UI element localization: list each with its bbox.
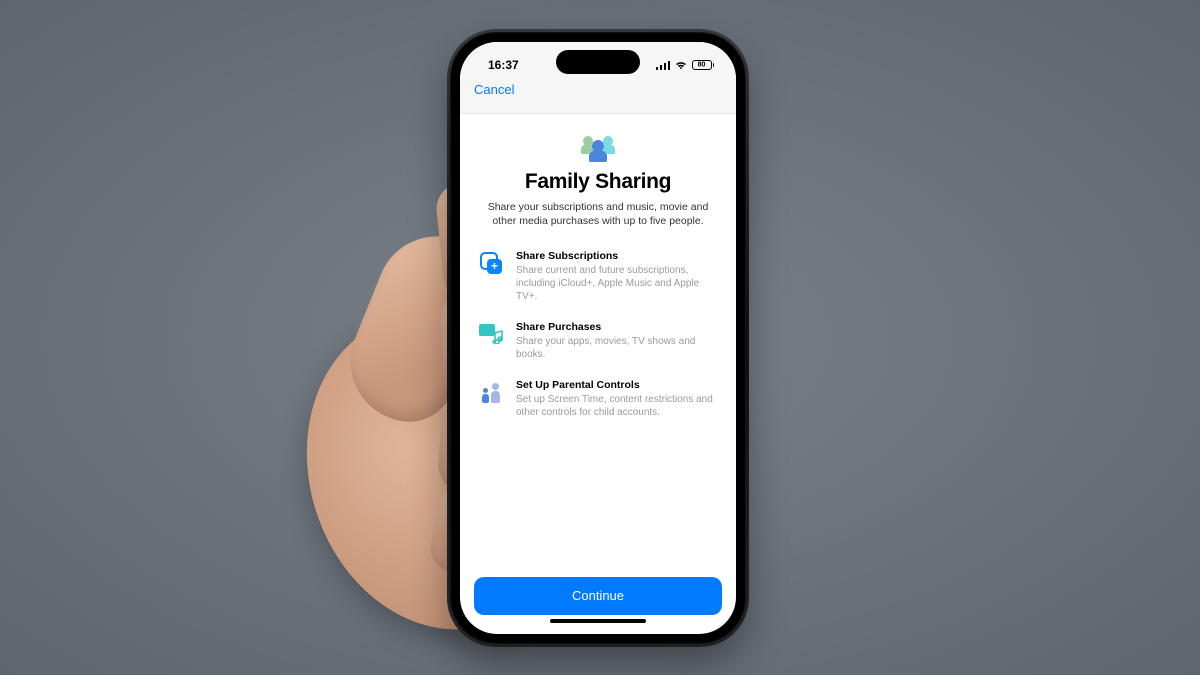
family-sharing-icon (478, 134, 718, 162)
feature-share-subscriptions: + Share Subscriptions Share current and … (478, 250, 718, 303)
phone-in-hand: 16:37 80 Cancel (450, 32, 746, 644)
wifi-icon (674, 60, 688, 70)
status-time: 16:37 (488, 58, 519, 72)
continue-button[interactable]: Continue (474, 577, 722, 615)
cellular-signal-icon (656, 60, 670, 70)
feature-body: Set up Screen Time, content restrictions… (516, 393, 718, 419)
page-subtitle: Share your subscriptions and music, movi… (478, 200, 718, 228)
subscriptions-icon: + (478, 250, 504, 276)
status-right: 80 (656, 60, 715, 70)
screen: 16:37 80 Cancel (460, 42, 736, 634)
footer: Continue (460, 567, 736, 634)
dynamic-island (556, 50, 640, 74)
page-title: Family Sharing (478, 170, 718, 194)
feature-title: Set Up Parental Controls (516, 379, 718, 391)
feature-list: + Share Subscriptions Share current and … (478, 250, 718, 419)
battery-icon: 80 (692, 60, 715, 70)
cancel-button[interactable]: Cancel (474, 82, 514, 97)
feature-parental-controls: Set Up Parental Controls Set up Screen T… (478, 379, 718, 419)
nav-bar: Cancel (460, 82, 736, 114)
feature-body: Share your apps, movies, TV shows and bo… (516, 335, 718, 361)
main-content: Family Sharing Share your subscriptions … (460, 114, 736, 567)
feature-body: Share current and future subscriptions, … (516, 264, 718, 303)
feature-title: Share Purchases (516, 321, 718, 333)
parental-controls-icon (478, 379, 504, 405)
battery-percentage: 80 (698, 61, 706, 68)
feature-share-purchases: Share Purchases Share your apps, movies,… (478, 321, 718, 361)
feature-title: Share Subscriptions (516, 250, 718, 262)
home-indicator[interactable] (550, 619, 646, 623)
iphone-frame: 16:37 80 Cancel (450, 32, 746, 644)
purchases-icon (478, 321, 504, 347)
